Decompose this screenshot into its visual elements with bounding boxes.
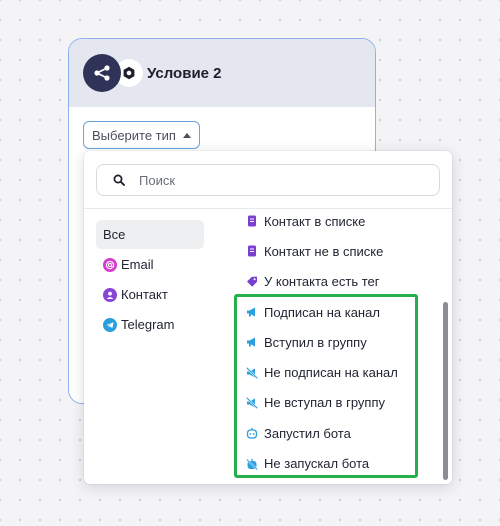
megaphone-icon	[246, 336, 258, 348]
type-dropdown: Все Email Контакт	[84, 151, 452, 484]
tag-icon	[246, 276, 258, 288]
option-contact-has-tag[interactable]: У контакта есть тег	[246, 267, 436, 297]
category-label: Контакт	[121, 287, 168, 302]
option-contact-in-list[interactable]: Контакт в списке	[246, 206, 436, 236]
megaphone-off-icon	[246, 366, 258, 379]
megaphone-icon	[246, 306, 258, 318]
category-list: Все Email Контакт Telegram	[96, 220, 204, 340]
bot-icon	[246, 427, 258, 439]
node-header: Условие 2	[69, 39, 375, 107]
option-label: Вступил в группу	[264, 334, 367, 350]
share-icon	[83, 54, 121, 92]
type-select[interactable]: Выберите тип	[83, 121, 200, 149]
list-doc-icon	[246, 245, 258, 257]
type-select-label: Выберите тип	[92, 127, 176, 143]
search-input[interactable]	[139, 172, 419, 188]
option-not-joined-group[interactable]: Не вступал в группу	[246, 388, 436, 418]
category-telegram[interactable]: Telegram	[96, 310, 204, 339]
node-title: Условие 2	[147, 64, 222, 82]
option-started-bot[interactable]: Запустил бота	[246, 418, 436, 448]
option-subscribed-channel[interactable]: Подписан на канал	[246, 297, 436, 327]
option-label: Подписан на канал	[264, 304, 380, 320]
option-label: Не запускал бота	[264, 456, 370, 472]
option-not-subscribed-channel[interactable]: Не подписан на канал	[246, 357, 436, 387]
option-list: Контакт в списке Контакт не в списке У к…	[246, 206, 436, 479]
option-label: Контакт не в списке	[264, 243, 384, 259]
megaphone-off-icon	[246, 396, 258, 409]
dropdown-scrollbar[interactable]	[443, 302, 448, 480]
option-label: Контакт в списке	[264, 213, 366, 229]
list-doc-icon	[246, 215, 258, 227]
category-all[interactable]: Все	[96, 220, 204, 249]
caret-up-icon	[182, 132, 191, 138]
option-label: У контакта есть тег	[264, 274, 380, 290]
option-not-started-bot[interactable]: Не запускал бота	[246, 448, 436, 478]
at-icon	[103, 257, 117, 272]
search-icon	[113, 173, 127, 187]
search-box[interactable]	[96, 164, 440, 196]
category-label: Telegram	[121, 317, 175, 332]
option-label: Не вступал в группу	[264, 395, 385, 411]
option-joined-group[interactable]: Вступил в группу	[246, 327, 436, 357]
option-label: Не подписан на канал	[264, 365, 398, 381]
option-label: Запустил бота	[264, 425, 351, 441]
option-contact-not-in-list[interactable]: Контакт не в списке	[246, 236, 436, 266]
category-label: Все	[103, 227, 126, 242]
telegram-icon	[103, 317, 117, 332]
category-label: Email	[121, 257, 154, 272]
bot-off-icon	[246, 458, 258, 470]
category-email[interactable]: Email	[96, 250, 204, 279]
user-icon	[103, 287, 117, 302]
category-contact[interactable]: Контакт	[96, 280, 204, 309]
